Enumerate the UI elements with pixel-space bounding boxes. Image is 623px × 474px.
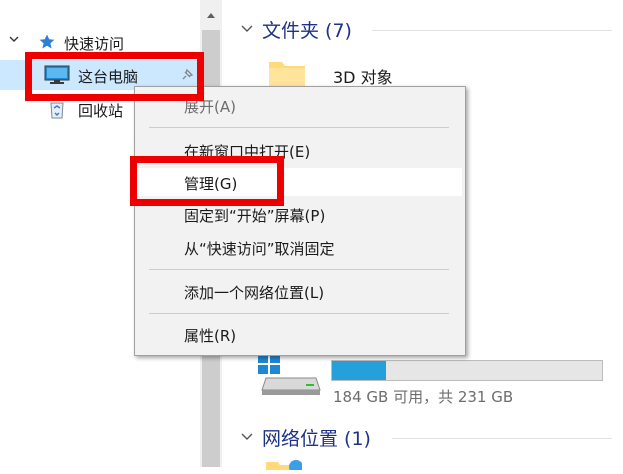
recycle-bin-icon — [48, 99, 66, 123]
drive-space-text: 184 GB 可用，共 231 GB — [333, 388, 514, 406]
menu-item-add-network-location[interactable]: 添加一个网络位置(L) — [136, 277, 462, 305]
menu-item-properties[interactable]: 属性(R) — [136, 320, 462, 348]
context-menu: 展开(A) 在新窗口中打开(E) 管理(G) 固定到“开始”屏幕(P) 从“快速… — [134, 86, 466, 356]
menu-item-unpin-quick-access[interactable]: 从“快速访问”取消固定 — [136, 233, 462, 261]
scroll-up-arrow-icon[interactable] — [200, 0, 222, 30]
section-title-folders: 文件夹 (7) — [262, 20, 352, 42]
menu-separator — [149, 127, 449, 128]
highlight-box-this-pc — [25, 52, 204, 101]
section-header-network[interactable]: 网络位置 (1) — [240, 424, 371, 451]
network-folder-icon[interactable] — [262, 455, 303, 474]
chevron-down-icon[interactable] — [8, 33, 22, 49]
nav-label-quick-access: 快速访问 — [64, 35, 125, 53]
folder-icon[interactable] — [268, 58, 306, 88]
chevron-down-icon — [240, 21, 258, 39]
section-title-network: 网络位置 (1) — [262, 428, 371, 450]
section-divider — [372, 30, 612, 31]
menu-separator — [149, 269, 449, 270]
highlight-box-manage — [130, 156, 284, 206]
drive-icon[interactable] — [256, 350, 322, 396]
drive-usage-bar — [331, 360, 603, 381]
menu-separator — [149, 313, 449, 314]
section-header-folders[interactable]: 文件夹 (7) — [240, 16, 352, 43]
folder-name[interactable]: 3D 对象 — [333, 64, 393, 88]
chevron-down-icon — [240, 429, 258, 447]
nav-label-recycle-bin: 回收站 — [78, 102, 124, 120]
section-divider — [392, 438, 612, 439]
drive-usage-fill — [332, 361, 386, 380]
